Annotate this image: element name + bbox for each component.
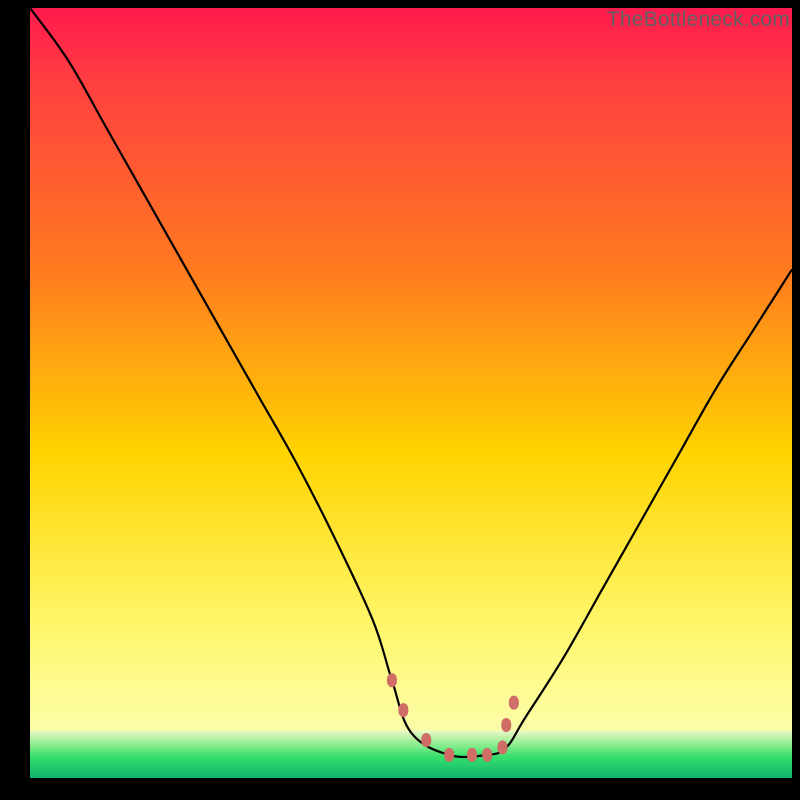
marker-dot (387, 673, 397, 687)
marker-dot (467, 748, 477, 762)
bottleneck-curve (30, 8, 792, 757)
plot-area (30, 8, 792, 778)
marker-dot (509, 696, 519, 710)
marker-dot (497, 740, 507, 754)
chart-frame: TheBottleneck.com (0, 0, 800, 800)
bottleneck-curve-svg (30, 8, 792, 778)
marker-dot (482, 748, 492, 762)
marker-dot (444, 748, 454, 762)
marker-dot (421, 733, 431, 747)
marker-dot (398, 703, 408, 717)
marker-dot (501, 718, 511, 732)
optimal-range-markers (387, 673, 519, 762)
